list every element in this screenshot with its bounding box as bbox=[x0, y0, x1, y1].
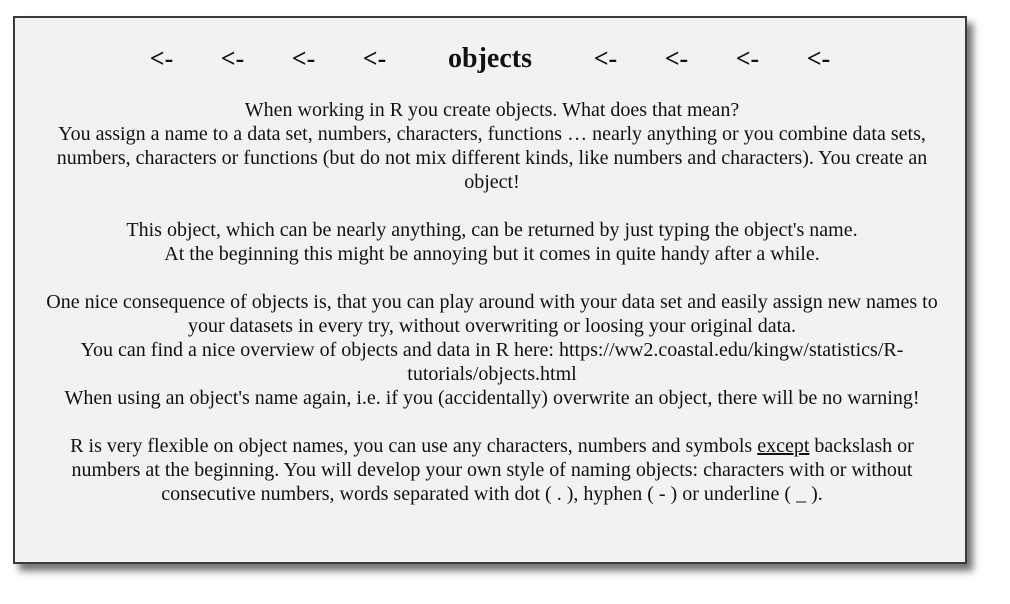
consequence-line-1: One nice consequence of objects is, that… bbox=[46, 291, 938, 337]
title-row: <- <- <- <- objects <- <- <- <- bbox=[15, 42, 965, 76]
paragraph-intro: When working in R you create objects. Wh… bbox=[37, 98, 947, 194]
right-arrow-1: <- bbox=[593, 44, 618, 73]
page-title: objects bbox=[448, 43, 532, 74]
intro-line-2: You assign a name to a data set, numbers… bbox=[56, 123, 928, 193]
consequence-line-3: When using an object's name again, i.e. … bbox=[64, 387, 920, 409]
body-text: When working in R you create objects. Wh… bbox=[37, 98, 947, 506]
paragraph-consequence: One nice consequence of objects is, that… bbox=[37, 290, 947, 410]
slide-card: <- <- <- <- objects <- <- <- <- When wor… bbox=[13, 16, 967, 564]
paragraph-return: This object, which can be nearly anythin… bbox=[37, 218, 947, 266]
right-arrow-2: <- bbox=[664, 44, 689, 73]
right-arrow-3: <- bbox=[735, 44, 760, 73]
left-arrow-4: <- bbox=[362, 44, 387, 73]
left-arrow-3: <- bbox=[291, 44, 316, 73]
consequence-line-2: You can find a nice overview of objects … bbox=[80, 339, 904, 385]
right-arrow-4: <- bbox=[806, 44, 831, 73]
return-line-2: At the beginning this might be annoying … bbox=[164, 243, 820, 265]
naming-text-underlined: except bbox=[757, 435, 810, 457]
naming-text-before: R is very flexible on object names, you … bbox=[70, 435, 758, 457]
return-line-1: This object, which can be nearly anythin… bbox=[126, 219, 858, 241]
left-arrow-2: <- bbox=[220, 44, 245, 73]
left-arrow-1: <- bbox=[149, 44, 174, 73]
intro-line-1: When working in R you create objects. Wh… bbox=[244, 99, 740, 121]
paragraph-naming: R is very flexible on object names, you … bbox=[37, 434, 947, 506]
